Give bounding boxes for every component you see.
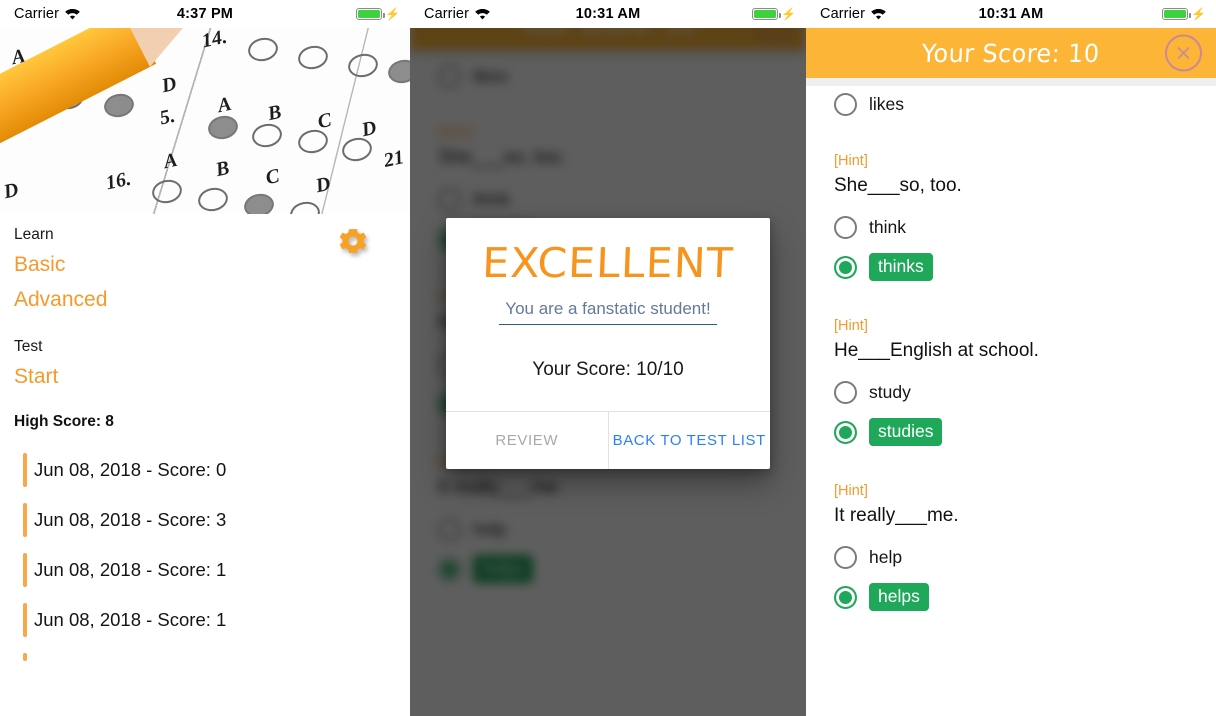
list-item[interactable]: Jun 08, 2018 - Score: 0 [14, 445, 410, 495]
learn-advanced-link[interactable]: Advanced [14, 285, 410, 320]
battery-icon [752, 8, 781, 20]
question-block: [Hint] It really___me. help helps [834, 453, 1216, 618]
option-label: think [869, 217, 906, 237]
phone-screen-result-dialog: Your Score: 10 likes [Hint] She___so, to… [410, 0, 806, 716]
clock-label: 4:37 PM [176, 6, 234, 22]
option-row[interactable]: think [834, 209, 1216, 246]
back-to-test-list-button[interactable]: BACK TO TEST LIST [607, 412, 771, 470]
home-menu: Learn Basic Advanced Test Start High Sco… [0, 214, 410, 669]
list-item[interactable]: Jun 08, 2018 - Score: 3 [14, 495, 410, 545]
test-heading: Test [14, 338, 43, 355]
question-text: She___so, too. [834, 175, 962, 196]
page-title: Your Score: 10 [921, 38, 1101, 68]
option-row[interactable]: thinks [834, 246, 1216, 288]
questions-list[interactable]: likes [Hint] She___so, too. think thinks… [806, 86, 1216, 618]
clock-label: 10:31 AM [978, 6, 1044, 22]
dialog-title: EXCELLENT [481, 239, 735, 287]
option-row[interactable]: helps [834, 576, 1216, 618]
option-label: likes [869, 94, 905, 114]
screenshot-triptych: Carrier 4:37 PM ⚡ A B C D 14. [0, 0, 1216, 716]
dialog-score-text: Your Score: 10/10 [532, 359, 684, 381]
close-x-icon[interactable] [1165, 34, 1202, 72]
phone-screen-results: Carrier 10:31 AM ⚡ Your Score: 10 likes [806, 0, 1216, 716]
radio-selected-icon[interactable] [834, 255, 857, 279]
list-item-partial[interactable] [14, 645, 410, 669]
option-row[interactable]: study [834, 374, 1216, 411]
hero-image: A B C D 14. 5. A B C D [0, 28, 410, 214]
phone-screen-home: Carrier 4:37 PM ⚡ A B C D 14. [0, 0, 410, 716]
option-row[interactable]: likes [834, 86, 1216, 123]
option-label: study [869, 382, 911, 402]
list-item[interactable]: Jun 08, 2018 - Score: 1 [14, 545, 410, 595]
hint-link[interactable]: [Hint] [834, 153, 1216, 175]
battery-icon [356, 8, 385, 20]
test-start-link[interactable]: Start [14, 362, 410, 397]
option-row[interactable]: help [834, 539, 1216, 576]
radio-selected-icon[interactable] [834, 420, 857, 444]
option-label-correct: thinks [869, 253, 933, 281]
question-text: It really___me. [834, 505, 959, 526]
list-item[interactable]: Jun 08, 2018 - Score: 1 [14, 595, 410, 645]
hint-link[interactable]: [Hint] [834, 483, 1216, 505]
score-entry-text: Jun 08, 2018 - Score: 1 [34, 559, 227, 580]
charging-bolt-icon: ⚡ [781, 7, 796, 21]
score-history-list[interactable]: Jun 08, 2018 - Score: 0 Jun 08, 2018 - S… [14, 445, 410, 669]
high-score-label: High Score: 8 [14, 413, 114, 430]
test-group: Test Start [14, 336, 410, 397]
navbar-separator [806, 78, 1216, 86]
dialog-actions: REVIEW BACK TO TEST LIST [446, 411, 771, 470]
clock-label: 10:31 AM [575, 6, 641, 22]
review-button[interactable]: REVIEW [446, 412, 608, 469]
status-bar-right: ⚡ [1162, 8, 1206, 20]
result-dialog: EXCELLENT You are a fanstatic student! Y… [446, 218, 771, 470]
status-bar-results: Carrier 10:31 AM ⚡ [806, 0, 1216, 28]
gear-icon[interactable] [336, 224, 370, 258]
radio-icon[interactable] [834, 381, 857, 404]
question-block: [Hint] She___so, too. think thinks [834, 123, 1216, 288]
results-navbar: Your Score: 10 [806, 28, 1216, 78]
radio-selected-icon[interactable] [834, 585, 857, 609]
question-block: [Hint] He___English at school. study stu… [834, 288, 1216, 453]
question-text: He___English at school. [834, 340, 1039, 361]
radio-icon[interactable] [834, 93, 857, 116]
battery-icon [1162, 8, 1191, 20]
option-row[interactable]: studies [834, 411, 1216, 453]
dialog-body: EXCELLENT You are a fanstatic student! Y… [446, 218, 770, 411]
option-label-correct: helps [869, 583, 929, 611]
option-label: help [869, 547, 903, 567]
hint-link[interactable]: [Hint] [834, 318, 1216, 340]
radio-icon[interactable] [834, 216, 857, 239]
option-label-correct: studies [869, 418, 943, 446]
radio-icon[interactable] [834, 546, 857, 569]
status-bar-right: ⚡ [752, 8, 796, 20]
status-bar-dialog: Carrier 10:31 AM ⚡ [410, 0, 806, 28]
status-bar-right: ⚡ [356, 8, 400, 20]
score-entry-text: Jun 08, 2018 - Score: 0 [34, 459, 227, 480]
charging-bolt-icon: ⚡ [385, 7, 400, 21]
score-entry-text: Jun 08, 2018 - Score: 1 [34, 609, 227, 630]
answer-sheet-graphic: A B C D 14. 5. A B C D [0, 28, 410, 214]
status-bar-home: Carrier 4:37 PM ⚡ [0, 0, 410, 28]
dialog-subtitle: You are a fanstatic student! [499, 299, 717, 326]
charging-bolt-icon: ⚡ [1191, 7, 1206, 21]
score-entry-text: Jun 08, 2018 - Score: 3 [34, 509, 227, 530]
